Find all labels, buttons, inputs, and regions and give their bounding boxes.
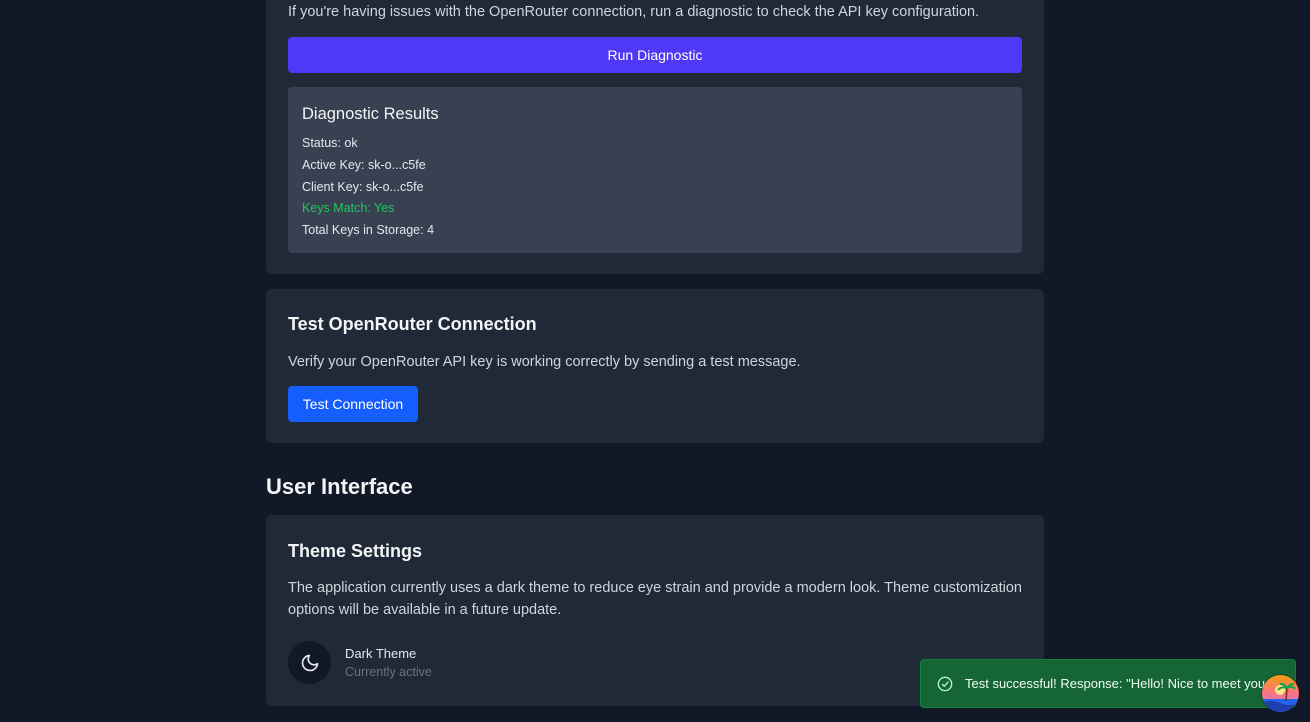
moon-icon xyxy=(301,654,318,671)
diagnostic-keys-match: Keys Match: Yes xyxy=(302,201,395,216)
diagnostic-client-key: Client Key: sk-o...c5fe xyxy=(302,179,424,194)
test-connection-button[interactable]: Test Connection xyxy=(288,386,418,422)
diagnostic-total-keys: Total Keys in Storage: 4 xyxy=(302,223,435,238)
theme-icon-container xyxy=(288,641,331,684)
theme-name: Dark Theme xyxy=(345,646,417,661)
diagnostic-active-key: Active Key: sk-o...c5fe xyxy=(302,157,426,172)
test-connection-description: Verify your OpenRouter API key is workin… xyxy=(288,354,801,370)
theme-settings-title: Theme Settings xyxy=(288,541,423,561)
toast-message: Test successful! Response: "Hello! Nice … xyxy=(965,676,1274,691)
theme-status: Currently active xyxy=(345,665,432,679)
check-circle-icon xyxy=(937,676,953,692)
settings-page: If you're having issues with the OpenRou… xyxy=(0,0,1310,722)
user-interface-heading: User Interface xyxy=(266,474,413,499)
theme-settings-description: The application currently uses a dark th… xyxy=(288,580,1022,618)
run-diagnostic-button[interactable]: Run Diagnostic xyxy=(288,37,1022,73)
diagnostic-description: If you're having issues with the OpenRou… xyxy=(288,4,980,20)
success-toast[interactable]: Test successful! Response: "Hello! Nice … xyxy=(920,659,1296,708)
diagnostic-results-panel: Diagnostic Results Status: ok Active Key… xyxy=(288,87,1022,253)
avatar[interactable] xyxy=(1262,675,1299,712)
diagnostic-results-title: Diagnostic Results xyxy=(302,105,439,123)
test-connection-title: Test OpenRouter Connection xyxy=(288,314,537,334)
diagnostic-status: Status: ok xyxy=(302,136,358,150)
